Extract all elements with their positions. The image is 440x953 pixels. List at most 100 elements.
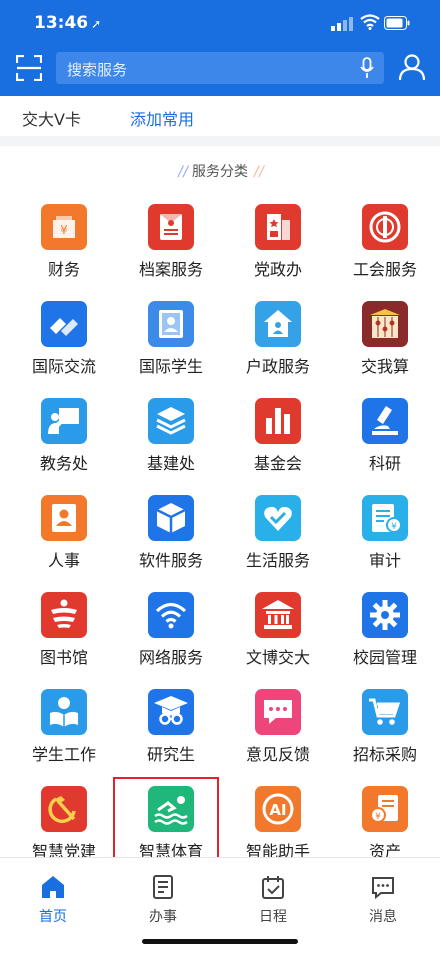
home-icon [42, 876, 64, 898]
service-label: 科研 [368, 454, 401, 473]
union-icon [362, 204, 408, 250]
service-procurement[interactable]: 招标采购 [326, 689, 436, 786]
microphone-icon[interactable] [360, 57, 374, 79]
tab-tasks[interactable]: 办事 [133, 874, 193, 926]
service-archive[interactable]: 档案服务 [112, 204, 222, 301]
service-academic-affairs[interactable]: 教务处 [5, 398, 115, 495]
service-finance[interactable]: ¥ 财务 [5, 204, 115, 301]
handshake-icon [41, 301, 87, 347]
search-bar[interactable]: 搜索服务 [56, 52, 384, 84]
gear-icon [362, 592, 408, 638]
service-household[interactable]: 户政服务 [219, 301, 329, 398]
section-deco-right: / / [254, 164, 264, 180]
service-label: 研究生 [146, 745, 195, 764]
service-international-exchange[interactable]: 国际交流 [5, 301, 115, 398]
section-deco-left: / / [178, 164, 188, 180]
svg-text:¥: ¥ [375, 812, 381, 822]
svg-text:¥: ¥ [391, 522, 397, 532]
ai-icon: AI [255, 786, 301, 832]
service-label: 交我算 [360, 357, 409, 376]
calendar-icon [262, 876, 284, 899]
assets-icon: ¥ [362, 786, 408, 832]
tab-label: 办事 [149, 909, 177, 925]
feedback-icon [255, 689, 301, 735]
service-label: 招标采购 [352, 745, 417, 764]
layers-icon [148, 398, 194, 444]
service-label: 生活服务 [245, 551, 310, 570]
section-title-text: 服务分类 [192, 164, 248, 180]
service-museum[interactable]: 文博交大 [219, 592, 329, 689]
service-label: 意见反馈 [245, 745, 310, 764]
bar-chart-icon [255, 398, 301, 444]
location-arrow-icon: ➚ [91, 17, 102, 31]
service-feedback[interactable]: 意见反馈 [219, 689, 329, 786]
tab-label: 首页 [39, 909, 67, 925]
add-favorite-link[interactable]: 添加常用 [130, 106, 194, 130]
tab-label: 消息 [369, 909, 397, 925]
finance-icon: ¥ [41, 204, 87, 250]
tab-messages[interactable]: 消息 [353, 874, 413, 926]
shortcut-vcard[interactable]: 交大V卡 [22, 106, 81, 130]
divider [0, 136, 440, 146]
service-label: 校园管理 [352, 648, 417, 667]
service-software[interactable]: 软件服务 [112, 495, 222, 592]
service-network[interactable]: 网络服务 [112, 592, 222, 689]
service-label: 工会服务 [352, 260, 417, 279]
message-icon [372, 877, 394, 900]
wifi-icon [148, 592, 194, 638]
service-construction[interactable]: 基建处 [112, 398, 222, 495]
service-international-student[interactable]: 国际学生 [112, 301, 222, 398]
cart-icon [362, 689, 408, 735]
service-label: 人事 [47, 551, 80, 570]
status-time-text: 13:46 [34, 13, 89, 33]
service-life[interactable]: 生活服务 [219, 495, 329, 592]
tab-home[interactable]: 首页 [23, 874, 83, 926]
service-campus-management[interactable]: 校园管理 [326, 592, 436, 689]
service-label: 国际交流 [31, 357, 96, 376]
selection-highlight [113, 777, 219, 859]
service-label: 教务处 [39, 454, 88, 473]
audit-icon: ¥ [362, 495, 408, 541]
party-office-icon [255, 204, 301, 250]
battery-icon [384, 16, 410, 30]
cube-icon [148, 495, 194, 541]
service-label: 基金会 [253, 454, 302, 473]
archive-icon [148, 204, 194, 250]
status-time: 13:46 ➚ [34, 13, 101, 33]
service-student-work[interactable]: 学生工作 [5, 689, 115, 786]
service-research[interactable]: 科研 [326, 398, 436, 495]
user-icon[interactable] [398, 53, 426, 81]
home-indicator [142, 939, 298, 944]
service-label: 财务 [47, 260, 80, 279]
service-personnel[interactable]: 人事 [5, 495, 115, 592]
service-label: 党政办 [253, 260, 302, 279]
top-bar: 13:46 ➚ 搜索服务 [0, 0, 440, 96]
svg-text:AI: AI [269, 801, 286, 819]
service-party-office[interactable]: 党政办 [219, 204, 329, 301]
intl-student-icon [148, 301, 194, 347]
wifi-status-icon [360, 14, 380, 30]
service-label: 基建处 [146, 454, 195, 473]
service-audit[interactable]: ¥ 审计 [326, 495, 436, 592]
service-label: 软件服务 [138, 551, 203, 570]
service-label: 图书馆 [39, 648, 88, 667]
tab-label: 日程 [259, 909, 287, 925]
document-icon [153, 875, 173, 899]
service-union[interactable]: 工会服务 [326, 204, 436, 301]
service-label: 国际学生 [138, 357, 203, 376]
service-library[interactable]: 图书馆 [5, 592, 115, 689]
signal-icon [331, 17, 353, 31]
tab-schedule[interactable]: 日程 [243, 874, 303, 926]
museum-icon [255, 592, 301, 638]
service-calculate[interactable]: 交我算 [326, 301, 436, 398]
scan-icon[interactable] [16, 55, 42, 81]
service-graduate[interactable]: 研究生 [112, 689, 222, 786]
student-work-icon [41, 689, 87, 735]
microscope-icon [362, 398, 408, 444]
service-label: 文博交大 [245, 648, 310, 667]
service-foundation[interactable]: 基金会 [219, 398, 329, 495]
svg-text:¥: ¥ [60, 223, 68, 237]
service-label: 审计 [368, 551, 401, 570]
service-label: 网络服务 [138, 648, 203, 667]
teaching-icon [41, 398, 87, 444]
